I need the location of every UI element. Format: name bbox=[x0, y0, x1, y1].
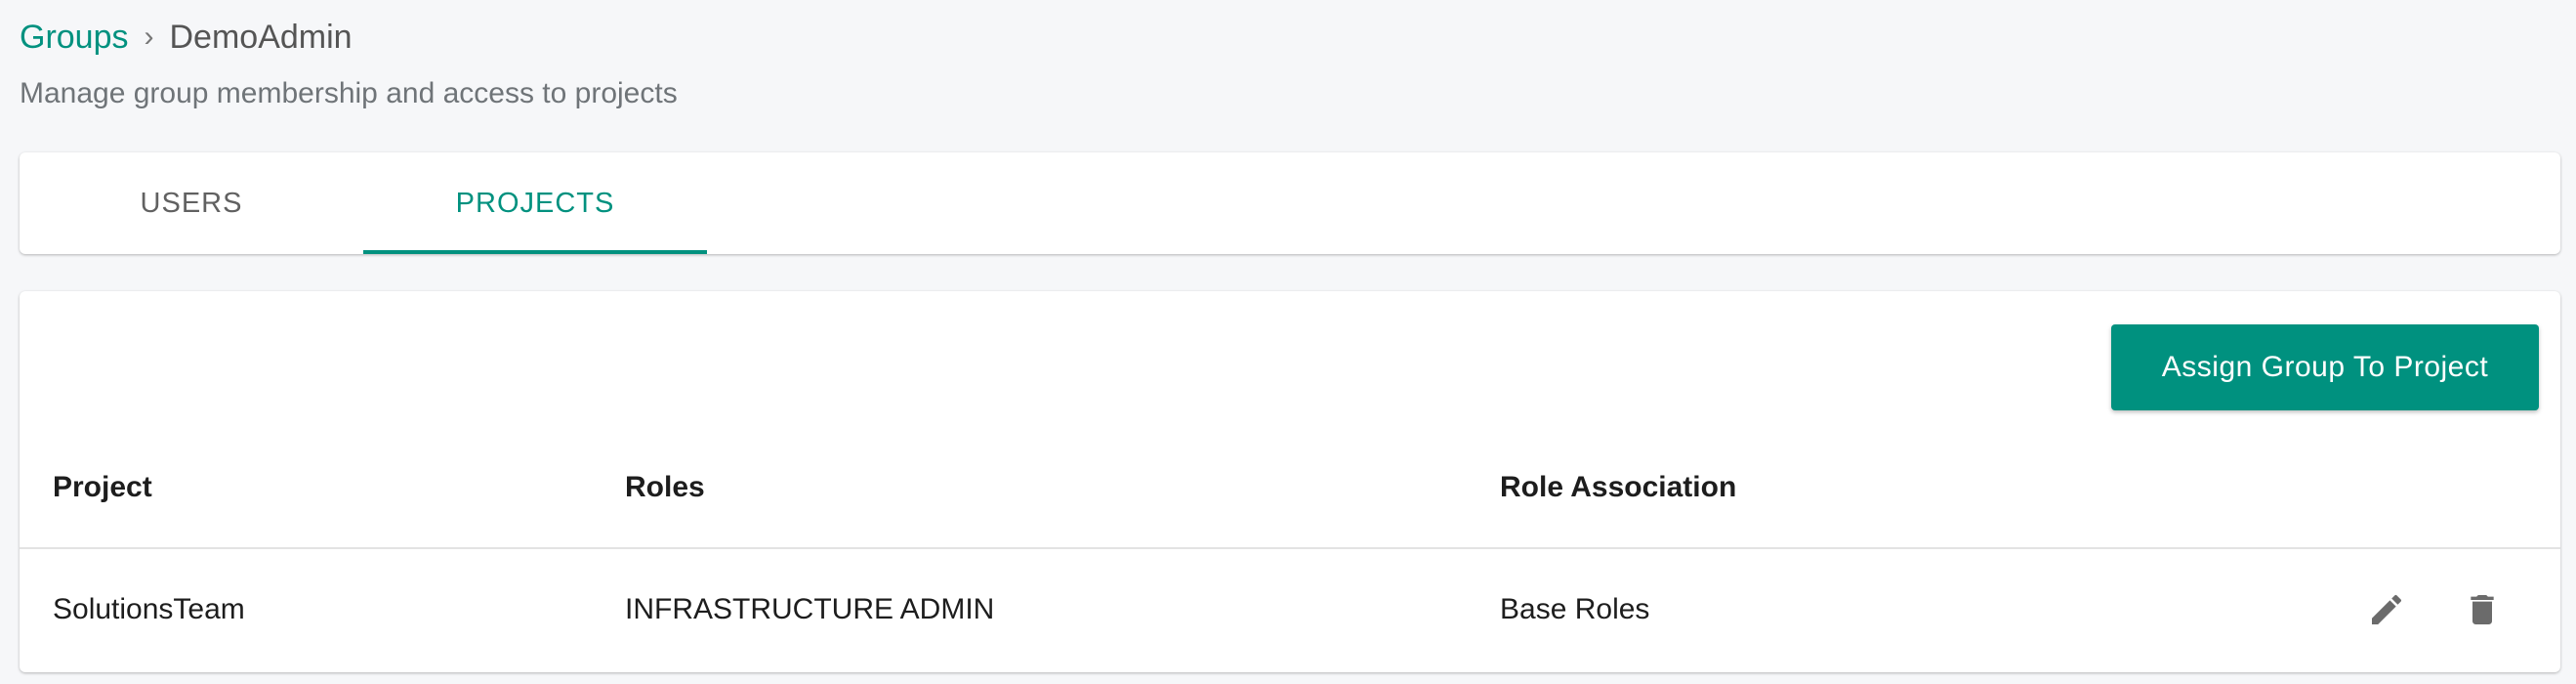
header-project: Project bbox=[53, 471, 152, 503]
tab-projects[interactable]: PROJECTS bbox=[363, 152, 707, 254]
breadcrumb-separator: › bbox=[144, 21, 154, 53]
page-subtitle: Manage group membership and access to pr… bbox=[20, 77, 678, 109]
table-header: Project Roles Role Association bbox=[20, 428, 2560, 549]
edit-icon[interactable] bbox=[2365, 588, 2408, 631]
delete-icon-graphic bbox=[2471, 595, 2494, 624]
tab-users[interactable]: USERS bbox=[20, 152, 363, 254]
row-actions bbox=[2365, 549, 2504, 670]
cell-role-association: Base Roles bbox=[1500, 593, 1650, 625]
page: Groups › DemoAdmin Manage group membersh… bbox=[0, 0, 2576, 684]
tab-bar: USERS PROJECTS bbox=[20, 152, 2560, 254]
projects-table: Project Roles Role Association Solutions… bbox=[20, 428, 2560, 670]
table-row: SolutionsTeam INFRASTRUCTURE ADMIN Base … bbox=[20, 549, 2560, 670]
delete-icon[interactable] bbox=[2461, 588, 2504, 631]
projects-panel: Assign Group To Project Project Roles Ro… bbox=[20, 291, 2560, 672]
header-roles: Roles bbox=[625, 471, 705, 503]
assign-group-to-project-button[interactable]: Assign Group To Project bbox=[2111, 324, 2539, 410]
breadcrumb: Groups › DemoAdmin bbox=[20, 16, 353, 59]
breadcrumb-groups-link[interactable]: Groups bbox=[20, 16, 129, 59]
header-role-association: Role Association bbox=[1500, 471, 1737, 503]
edit-icon-graphic bbox=[2372, 594, 2402, 624]
cell-roles: INFRASTRUCTURE ADMIN bbox=[625, 593, 995, 625]
cell-project: SolutionsTeam bbox=[53, 593, 245, 625]
breadcrumb-current: DemoAdmin bbox=[169, 19, 353, 56]
